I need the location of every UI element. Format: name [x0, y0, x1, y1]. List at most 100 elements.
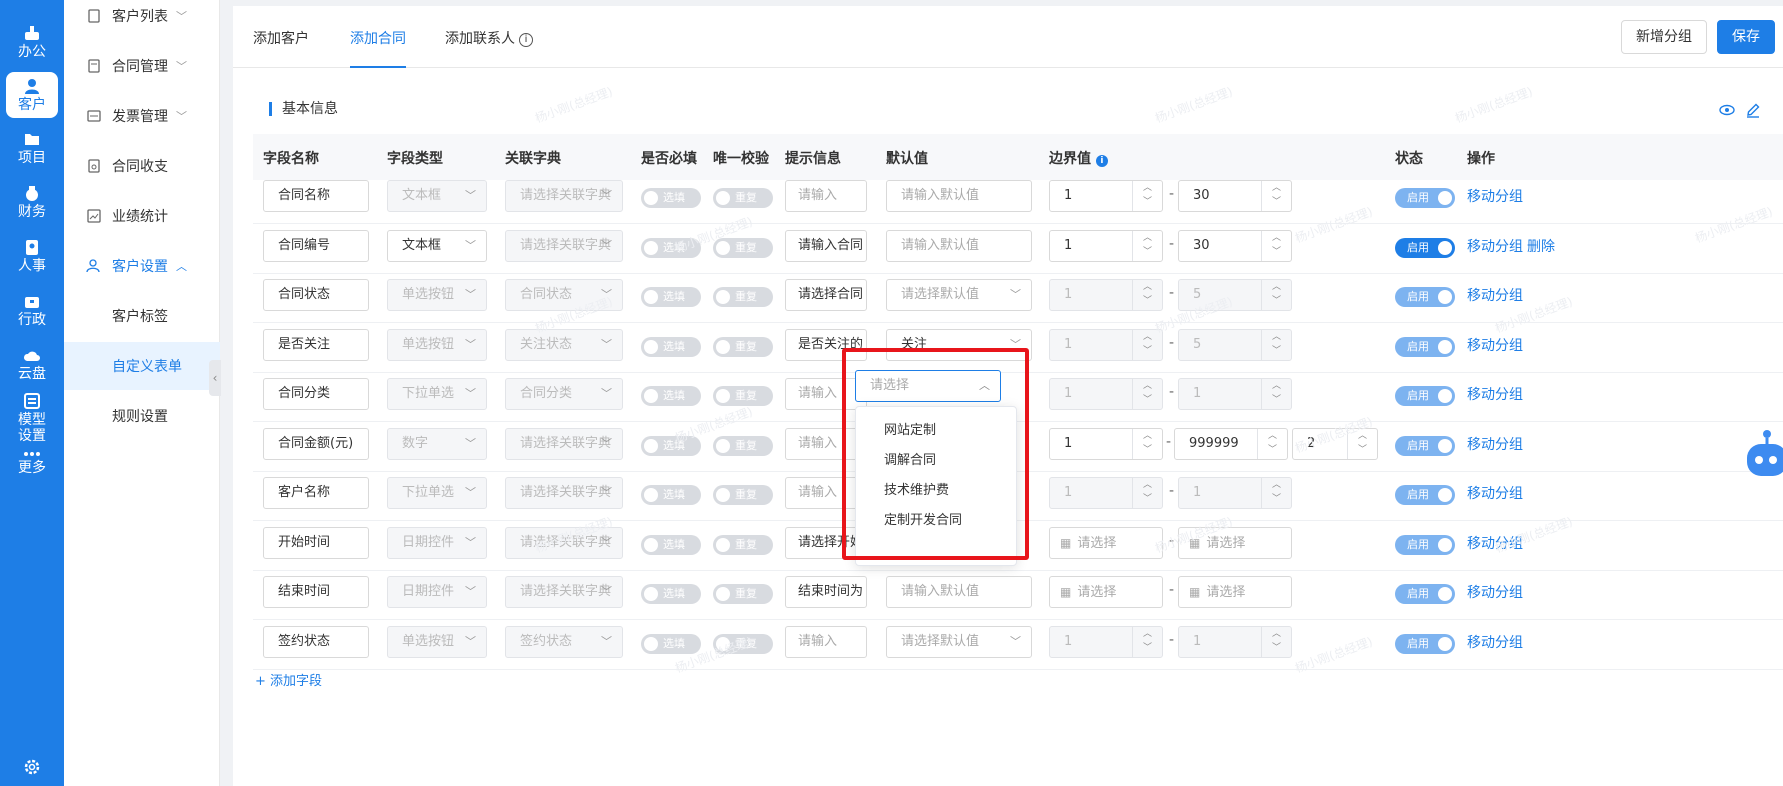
status-toggle[interactable]: 启用 — [1395, 485, 1455, 505]
stepper-icon[interactable]: ︿ ﹀ — [1132, 379, 1162, 409]
stepper-icon[interactable]: ︿ ﹀ — [1261, 379, 1291, 409]
eye-icon[interactable] — [1719, 102, 1735, 118]
status-toggle[interactable]: 启用 — [1395, 633, 1455, 654]
stepper-icon[interactable]: ︿ ﹀ — [1261, 478, 1291, 508]
field-name-input[interactable]: 合同金额(元) — [263, 427, 369, 460]
robot-assistant-icon[interactable] — [1743, 428, 1783, 488]
move-group-link[interactable]: 移动分组 — [1467, 335, 1523, 355]
nav-rule-settings[interactable]: 规则设置 — [64, 392, 220, 440]
field-name-input[interactable]: 合同名称 — [263, 180, 369, 212]
min-number-input[interactable]: 1 ︿ ﹀ — [1049, 625, 1163, 658]
field-type-select[interactable]: 下拉单选 ﹀ — [387, 477, 487, 509]
rail-admin[interactable]: 行政 — [0, 292, 64, 328]
dict-select[interactable]: 请选择关联字典 ﹀ — [505, 229, 623, 262]
min-number-input[interactable]: 1 ︿ ﹀ — [1049, 180, 1163, 212]
nav-contract-manage[interactable]: 合同管理 ﹀ — [64, 42, 220, 90]
move-group-link[interactable]: 移动分组 — [1467, 186, 1523, 206]
field-type-select[interactable]: 日期控件 ﹀ — [387, 576, 487, 608]
dict-select[interactable]: 请选择关联字典 ﹀ — [505, 427, 623, 460]
field-name-input[interactable]: 开始时间 — [263, 526, 369, 559]
dict-select[interactable]: 请选择关联字典 ﹀ — [505, 180, 623, 212]
required-toggle[interactable]: 选填 — [641, 534, 701, 555]
max-number-input[interactable]: 1 ︿ ﹀ — [1178, 625, 1292, 658]
min-number-input[interactable]: 1 ︿ ﹀ — [1049, 378, 1163, 410]
min-number-input[interactable]: 1 ︿ ﹀ — [1049, 328, 1163, 361]
new-group-button[interactable]: 新增分组 — [1621, 20, 1707, 54]
stepper-icon[interactable]: ︿ ﹀ — [1132, 478, 1162, 508]
required-toggle[interactable]: 选填 — [641, 188, 701, 208]
stepper-icon[interactable]: ︿ ﹀ — [1261, 329, 1291, 360]
max-date-input[interactable]: ▦ 请选择 — [1178, 576, 1292, 608]
field-type-select[interactable]: 单选按钮 ﹀ — [387, 625, 487, 658]
required-toggle[interactable]: 选填 — [641, 336, 701, 357]
field-type-select[interactable]: 文本框 ﹀ — [387, 180, 487, 212]
dict-select[interactable]: 请选择关联字典 ﹀ — [505, 477, 623, 509]
field-name-input[interactable]: 客户名称 — [263, 477, 369, 509]
min-number-input[interactable]: 1 ︿ ﹀ — [1049, 477, 1163, 509]
field-type-select[interactable]: 单选按钮 ﹀ — [387, 328, 487, 361]
default-value-input[interactable]: 请选择默认值 ﹀ — [886, 279, 1032, 311]
unique-toggle[interactable]: 重复 — [713, 188, 773, 208]
max-number-input[interactable]: 30 ︿ ﹀ — [1178, 180, 1292, 212]
move-group-link[interactable]: 移动分组 — [1467, 582, 1523, 602]
field-name-input[interactable]: 结束时间 — [263, 576, 369, 608]
collapse-sidebar-button[interactable]: ‹ — [209, 360, 221, 396]
status-toggle[interactable]: 启用 — [1395, 287, 1455, 307]
unique-toggle[interactable]: 重复 — [713, 534, 773, 555]
field-type-select[interactable]: 下拉单选 ﹀ — [387, 378, 487, 410]
field-name-input[interactable]: 合同分类 — [263, 378, 369, 410]
required-toggle[interactable]: 选填 — [641, 287, 701, 307]
min-number-input[interactable]: 1 ︿ ﹀ — [1049, 427, 1163, 460]
status-toggle[interactable]: 启用 — [1395, 386, 1455, 406]
dict-select[interactable]: 签约状态 ﹀ — [505, 625, 623, 658]
hint-input[interactable]: 请选择合同 — [785, 279, 867, 311]
unique-toggle[interactable]: 重复 — [713, 485, 773, 505]
field-type-select[interactable]: 单选按钮 ﹀ — [387, 279, 487, 311]
move-group-link[interactable]: 移动分组 — [1467, 384, 1523, 404]
unique-toggle[interactable]: 重复 — [713, 336, 773, 357]
unique-toggle[interactable]: 重复 — [713, 584, 773, 604]
rail-settings[interactable] — [0, 758, 64, 778]
max-number-input[interactable]: 30 ︿ ﹀ — [1178, 229, 1292, 262]
unique-toggle[interactable]: 重复 — [713, 435, 773, 456]
field-name-input[interactable]: 是否关注 — [263, 328, 369, 361]
status-toggle[interactable]: 启用 — [1395, 188, 1455, 208]
nav-customer-settings[interactable]: 客户设置 ︿ — [64, 242, 220, 290]
stepper-icon[interactable]: ︿ ﹀ — [1132, 230, 1162, 261]
rail-customer[interactable]: 客户 — [6, 72, 58, 118]
move-group-link[interactable]: 移动分组 — [1467, 434, 1523, 454]
required-toggle[interactable]: 选填 — [641, 386, 701, 406]
tab-add-contract[interactable]: 添加合同 — [350, 28, 406, 68]
move-group-link[interactable]: 移动分组 — [1467, 236, 1523, 256]
nav-custom-form[interactable]: 自定义表单 — [64, 342, 220, 390]
status-toggle[interactable]: 启用 — [1395, 336, 1455, 357]
status-toggle[interactable]: 启用 — [1395, 584, 1455, 604]
stepper-icon[interactable]: ︿ ﹀ — [1261, 230, 1291, 261]
max-number-input[interactable]: 1 ︿ ﹀ — [1178, 477, 1292, 509]
move-group-link[interactable]: 移动分组 — [1467, 632, 1523, 652]
field-name-input[interactable]: 合同编号 — [263, 229, 369, 262]
field-type-select[interactable]: 日期控件 ﹀ — [387, 526, 487, 559]
info-icon[interactable]: i — [519, 33, 533, 47]
info-icon[interactable]: i — [1095, 155, 1108, 167]
hint-input[interactable]: 请输入 — [785, 180, 867, 212]
add-field-button[interactable]: + 添加字段 — [255, 670, 322, 689]
stepper-icon[interactable]: ︿ ﹀ — [1257, 428, 1287, 459]
default-value-input[interactable]: 请输入默认值 — [886, 576, 1032, 608]
default-value-input[interactable]: 请输入默认值 — [886, 229, 1032, 262]
min-date-input[interactable]: ▦ 请选择 — [1049, 576, 1163, 608]
tab-add-contact[interactable]: 添加联系人 i — [445, 28, 533, 68]
rail-more[interactable]: 更多 — [0, 450, 64, 476]
rail-project[interactable]: 项目 — [0, 130, 64, 166]
hint-input[interactable]: 结束时间为 — [785, 576, 867, 608]
nav-customer-tags[interactable]: 客户标签 — [64, 292, 220, 340]
move-group-link[interactable]: 移动分组 — [1467, 285, 1523, 305]
rail-finance[interactable]: 财务 — [0, 184, 64, 220]
stepper-icon[interactable]: ︿ ﹀ — [1261, 280, 1291, 310]
field-name-input[interactable]: 签约状态 — [263, 625, 369, 658]
dict-select[interactable]: 关注状态 ﹀ — [505, 328, 623, 361]
stepper-icon[interactable]: ︿ ﹀ — [1132, 181, 1162, 211]
stepper-icon[interactable]: ︿ ﹀ — [1261, 181, 1291, 211]
max-number-input[interactable]: 5 ︿ ﹀ — [1178, 328, 1292, 361]
tab-add-customer[interactable]: 添加客户 — [253, 28, 309, 68]
